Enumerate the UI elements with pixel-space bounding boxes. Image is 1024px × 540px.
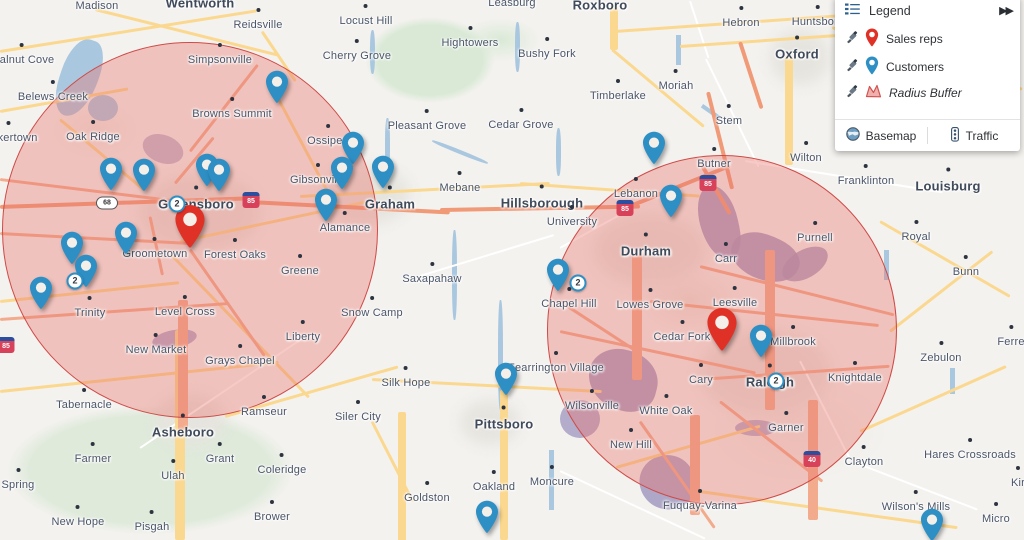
customer-marker[interactable]: [265, 70, 289, 104]
river: [676, 35, 681, 65]
legend-panel: Legend ▶▶ Sales reps Customers Radius Buff…: [835, 0, 1020, 151]
cluster-count-badge[interactable]: 2: [168, 195, 186, 213]
legend-item-label: Radius Buffer: [889, 86, 962, 100]
traffic-label: Traffic: [965, 128, 999, 143]
legend-title: Legend: [869, 3, 911, 18]
customer-marker[interactable]: [546, 258, 570, 292]
pin-blue-icon: [865, 56, 879, 78]
globe-icon: [845, 127, 860, 144]
map-application: MadisonWentworthReidsvilleWalnut CoveBel…: [0, 0, 1024, 540]
customer-marker[interactable]: [132, 158, 156, 192]
customer-marker[interactable]: [659, 184, 683, 218]
pin-red-icon: [865, 28, 879, 50]
customer-marker[interactable]: [494, 362, 518, 396]
customer-marker[interactable]: [314, 188, 338, 222]
river: [452, 230, 457, 320]
interstate-shield: 40: [803, 451, 821, 467]
polygon-red-icon: [865, 84, 882, 102]
traffic-light-icon: [950, 126, 960, 145]
brush-icon[interactable]: [845, 59, 858, 75]
customer-marker[interactable]: [207, 158, 231, 192]
customer-marker[interactable]: [330, 156, 354, 190]
cluster-count-badge[interactable]: 2: [767, 372, 785, 390]
urban-area: [460, 400, 520, 445]
major-road: [610, 5, 618, 50]
major-road: [500, 390, 508, 540]
customer-marker[interactable]: [642, 131, 666, 165]
customer-marker[interactable]: [920, 508, 944, 540]
brush-icon[interactable]: [845, 31, 858, 47]
legend-items: Sales reps Customers Radius Buffer: [835, 24, 1020, 119]
collapse-right-icon[interactable]: ▶▶: [999, 4, 1014, 17]
interstate-shield: 85: [616, 200, 634, 216]
customer-marker[interactable]: [475, 500, 499, 534]
legend-item[interactable]: Customers: [835, 53, 1020, 81]
sales-rep-raleigh[interactable]: [706, 307, 738, 352]
basemap-label: Basemap: [865, 128, 917, 143]
basemap-button[interactable]: Basemap: [835, 120, 927, 151]
customer-marker[interactable]: [749, 324, 773, 358]
customer-marker[interactable]: [371, 155, 395, 189]
legend-item-label: Sales reps: [886, 32, 943, 46]
us-route-shield: 68: [96, 196, 118, 210]
legend-header: Legend ▶▶: [835, 0, 1020, 24]
legend-footer: Basemap Traffic: [835, 119, 1020, 151]
interstate-shield: 85: [242, 192, 260, 208]
legend-item[interactable]: Sales reps: [835, 25, 1020, 53]
brush-icon[interactable]: [845, 85, 858, 101]
major-road: [785, 55, 793, 165]
cluster-count-badge[interactable]: 2: [569, 274, 587, 292]
river: [515, 22, 520, 72]
river: [370, 30, 375, 74]
customer-marker[interactable]: [114, 221, 138, 255]
customer-marker[interactable]: [99, 157, 123, 191]
customer-marker[interactable]: [29, 276, 53, 310]
legend-item[interactable]: Radius Buffer: [835, 81, 1020, 105]
list-icon[interactable]: [845, 3, 860, 18]
interstate-shield: 85: [699, 175, 717, 191]
interstate-shield: 85: [0, 337, 15, 353]
cluster-count-badge[interactable]: 2: [66, 272, 84, 290]
traffic-button[interactable]: Traffic: [928, 120, 1020, 151]
river: [556, 128, 561, 176]
river: [549, 450, 554, 510]
legend-item-label: Customers: [886, 60, 945, 74]
